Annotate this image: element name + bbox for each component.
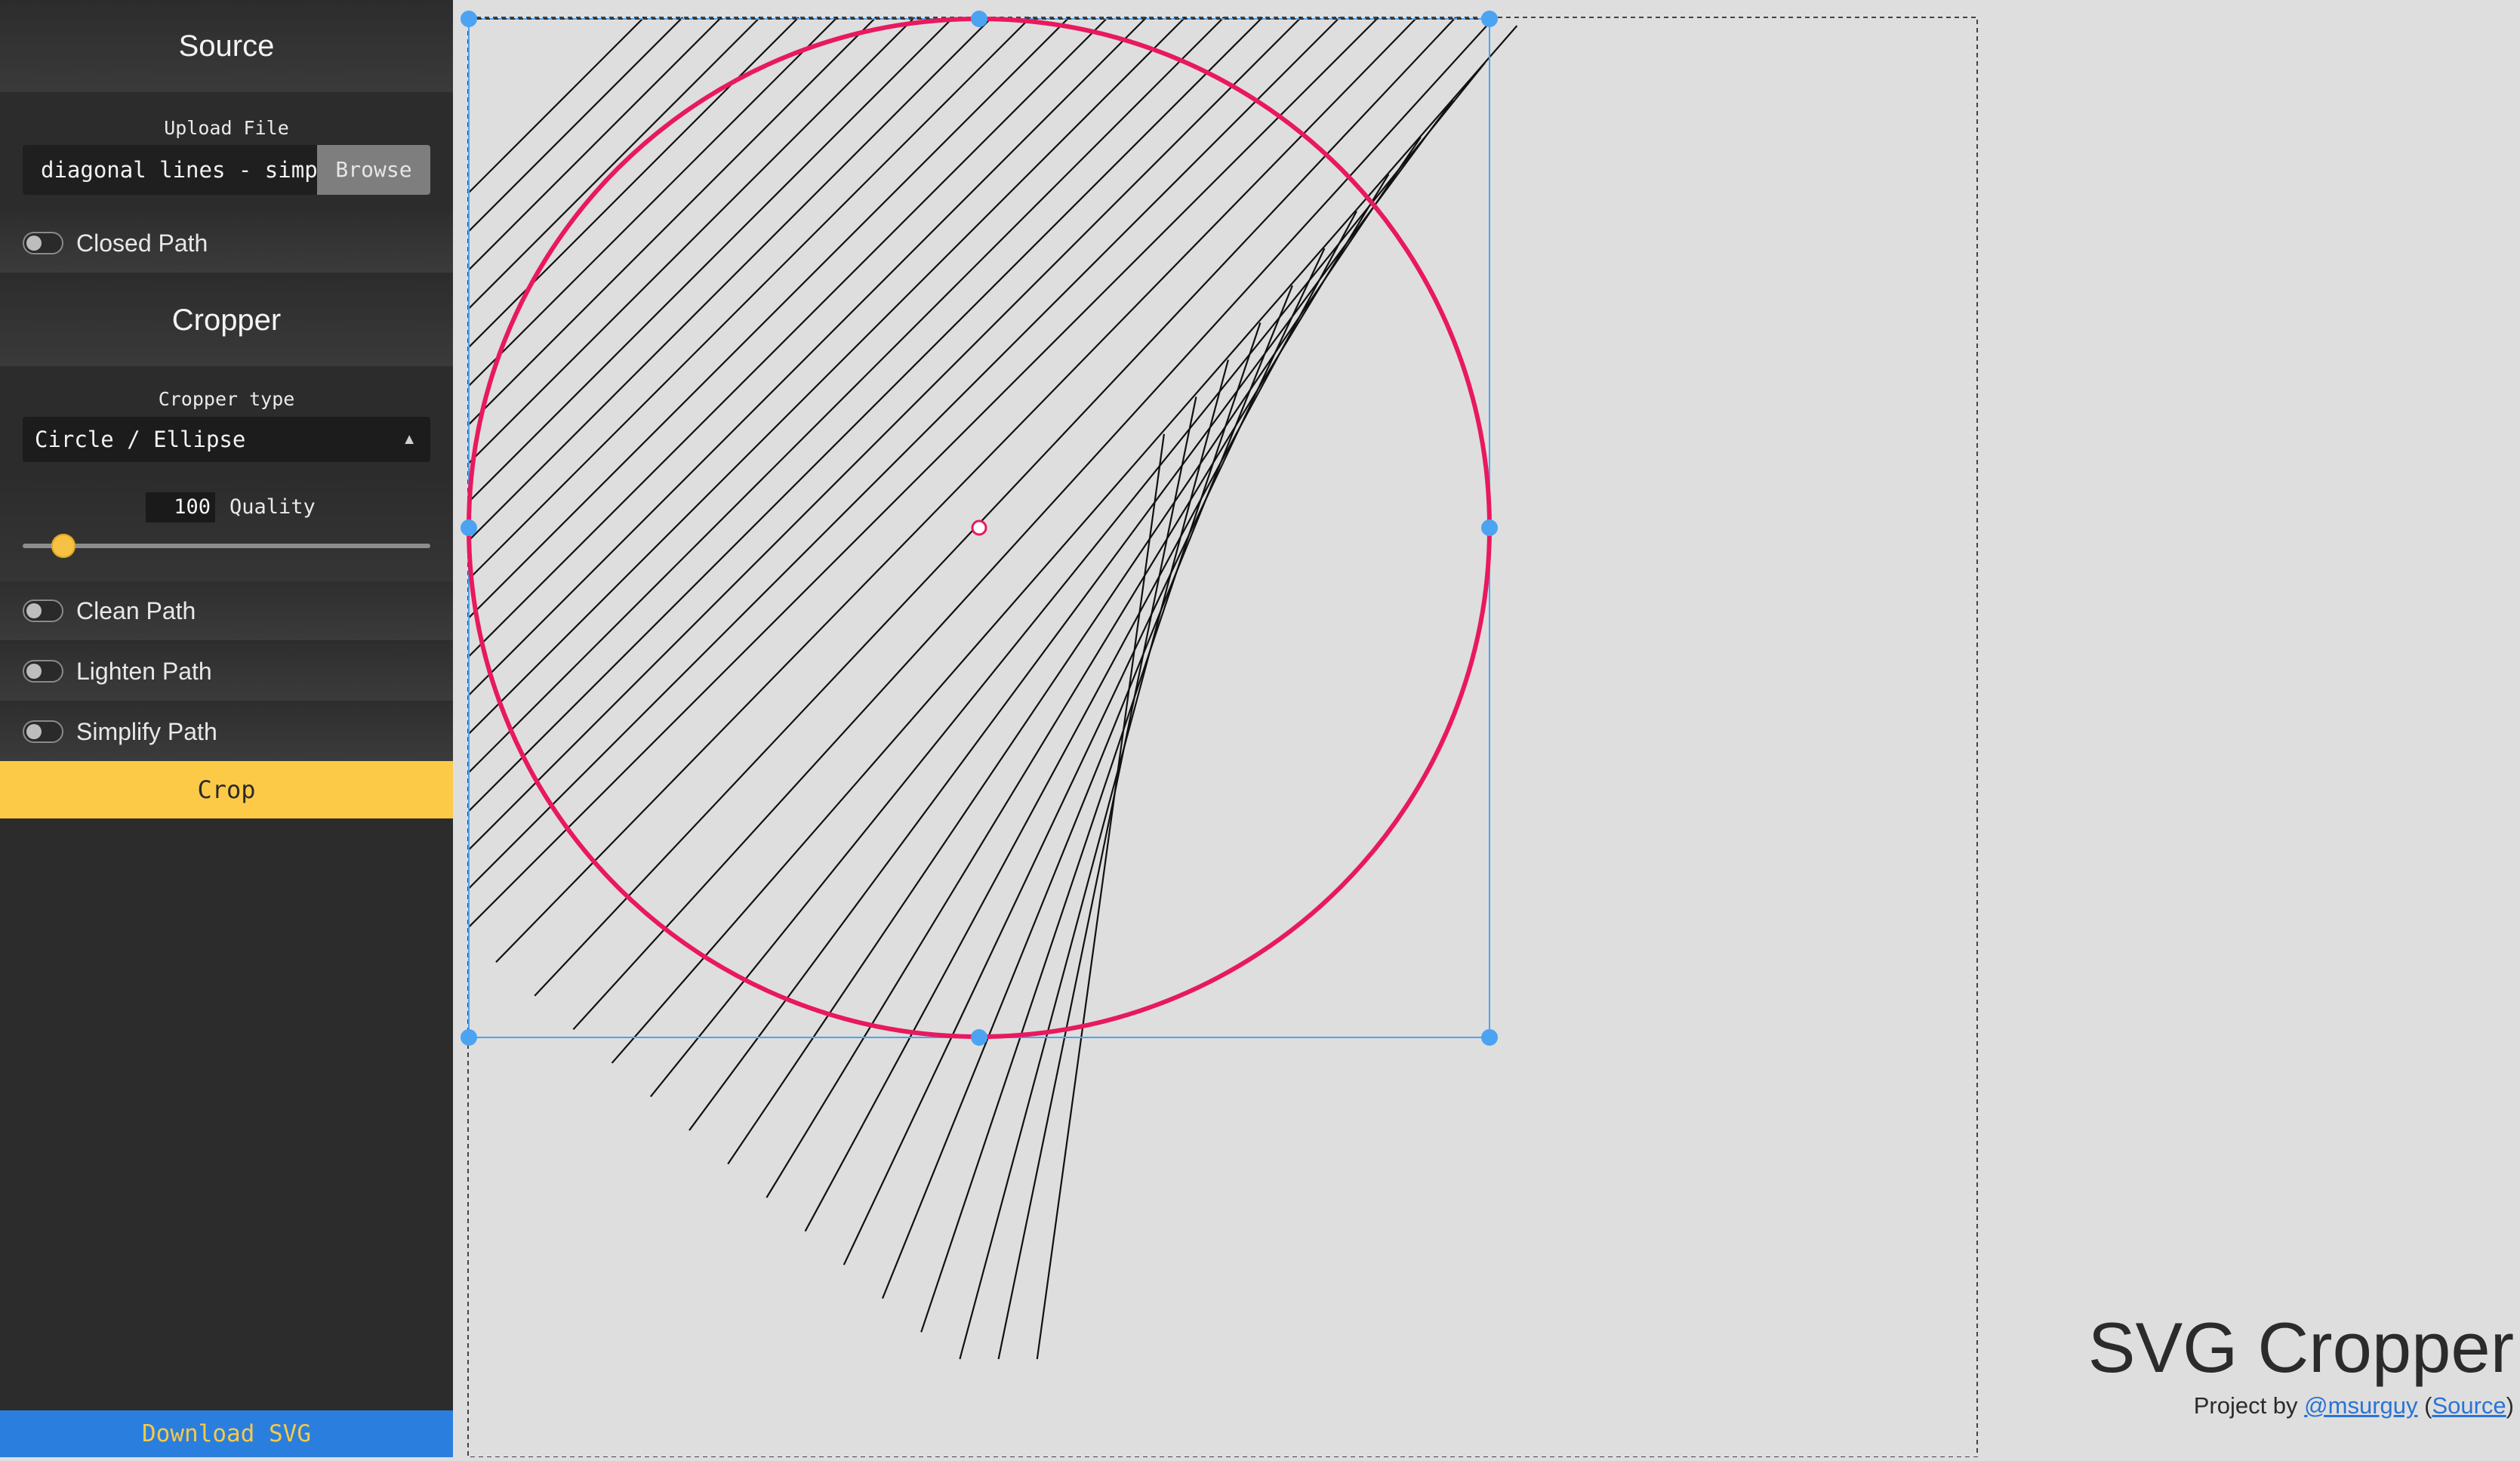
diagonal-line bbox=[468, 17, 722, 271]
diagonal-line bbox=[468, 17, 954, 503]
diagonal-line bbox=[843, 248, 1326, 1265]
closed-path-label: Closed Path bbox=[76, 230, 208, 257]
resize-handle[interactable] bbox=[1481, 519, 1498, 536]
diagonal-line bbox=[1036, 433, 1166, 1360]
svg-preview[interactable] bbox=[453, 0, 2520, 1458]
resize-handle[interactable] bbox=[461, 1029, 477, 1046]
svg-canvas[interactable]: SVG Cropper Project by @msurguy (Source) bbox=[453, 0, 2520, 1458]
diagonal-lines-drawing bbox=[468, 17, 1518, 1360]
download-svg-button[interactable]: Download SVG bbox=[0, 1410, 453, 1457]
clean-path-label: Clean Path bbox=[76, 597, 196, 624]
source-heading: Source bbox=[0, 0, 453, 92]
diagonal-line bbox=[468, 17, 1225, 773]
diagonal-line bbox=[881, 285, 1293, 1299]
diagonal-line bbox=[468, 17, 993, 541]
resize-handle[interactable] bbox=[971, 11, 987, 27]
toggle-knob bbox=[26, 724, 42, 739]
diagonal-line bbox=[468, 17, 1302, 851]
lighten-path-toggle[interactable] bbox=[23, 660, 63, 683]
diagonal-line bbox=[468, 17, 1263, 812]
diagonal-line bbox=[468, 17, 1031, 580]
resize-handle[interactable] bbox=[971, 1029, 987, 1046]
diagonal-line bbox=[495, 17, 1418, 963]
diagonal-line bbox=[689, 99, 1454, 1131]
resize-handle[interactable] bbox=[461, 11, 477, 27]
toggle-knob bbox=[26, 603, 42, 618]
source-link[interactable]: Source bbox=[2432, 1392, 2506, 1419]
diagonal-line bbox=[468, 17, 1109, 658]
app-title: SVG Cropper bbox=[2087, 1308, 2514, 1387]
diagonal-line bbox=[468, 17, 876, 425]
upload-file-label: Upload File bbox=[164, 117, 289, 139]
diagonal-line bbox=[468, 17, 1341, 889]
diagonal-line bbox=[804, 211, 1357, 1232]
diagonal-line bbox=[997, 396, 1197, 1360]
closed-path-toggle[interactable] bbox=[23, 232, 63, 254]
diagonal-line bbox=[468, 17, 916, 464]
quality-control: 100 Quality bbox=[0, 476, 453, 581]
diagonal-line bbox=[766, 174, 1390, 1198]
cropper-type-label: Cropper type bbox=[158, 388, 295, 410]
diagonal-line bbox=[468, 17, 761, 310]
clean-path-toggle[interactable] bbox=[23, 600, 63, 622]
clean-path-row[interactable]: Clean Path bbox=[0, 581, 453, 640]
paren-open: ( bbox=[2417, 1392, 2432, 1419]
file-name[interactable]: diagonal lines - simple.svg bbox=[41, 145, 335, 195]
simplify-path-toggle[interactable] bbox=[23, 720, 63, 743]
sidebar: Source Upload File diagonal lines - simp… bbox=[0, 0, 453, 1457]
cropper-heading: Cropper bbox=[0, 274, 453, 366]
resize-handle[interactable] bbox=[1481, 11, 1498, 27]
simplify-path-row[interactable]: Simplify Path bbox=[0, 702, 453, 761]
cropper-type-select[interactable]: Circle / Ellipse ▲ bbox=[23, 417, 430, 462]
resize-handle[interactable] bbox=[461, 519, 477, 536]
byline-prefix: Project by bbox=[2193, 1392, 2305, 1419]
author-link[interactable]: @msurguy bbox=[2304, 1392, 2417, 1419]
title-block: SVG Cropper Project by @msurguy (Source) bbox=[2088, 1306, 2514, 1422]
toggle-knob bbox=[26, 236, 42, 251]
quality-slider-track[interactable] bbox=[23, 544, 430, 548]
diagonal-line bbox=[468, 17, 1379, 928]
lighten-path-row[interactable]: Lighten Path bbox=[0, 642, 453, 701]
byline: Project by @msurguy (Source) bbox=[2088, 1389, 2514, 1422]
closed-path-row[interactable]: Closed Path bbox=[0, 214, 453, 273]
quality-input[interactable]: 100 bbox=[146, 492, 215, 522]
paren-close: ) bbox=[2506, 1392, 2514, 1419]
diagonal-line bbox=[649, 62, 1486, 1098]
diagonal-line bbox=[534, 17, 1457, 997]
lighten-path-label: Lighten Path bbox=[76, 658, 212, 685]
simplify-path-label: Simplify Path bbox=[76, 718, 217, 745]
resize-handle[interactable] bbox=[1481, 1029, 1498, 1046]
diagonal-line bbox=[468, 17, 1148, 696]
crop-button[interactable]: Crop bbox=[0, 761, 453, 818]
cropper-type-value: Circle / Ellipse bbox=[35, 427, 246, 452]
updown-chevron-icon: ▲ bbox=[402, 431, 417, 448]
ellipse-center-handle[interactable] bbox=[971, 519, 987, 536]
toggle-knob bbox=[26, 664, 42, 679]
quality-label: Quality bbox=[230, 495, 316, 519]
document-bounds bbox=[467, 17, 1978, 1458]
file-upload-field[interactable]: diagonal lines - simple.svg Browse bbox=[23, 145, 430, 195]
diagonal-line bbox=[468, 17, 683, 232]
quality-slider-handle[interactable] bbox=[51, 534, 75, 558]
browse-button[interactable]: Browse bbox=[317, 145, 430, 195]
diagonal-line bbox=[468, 17, 838, 387]
